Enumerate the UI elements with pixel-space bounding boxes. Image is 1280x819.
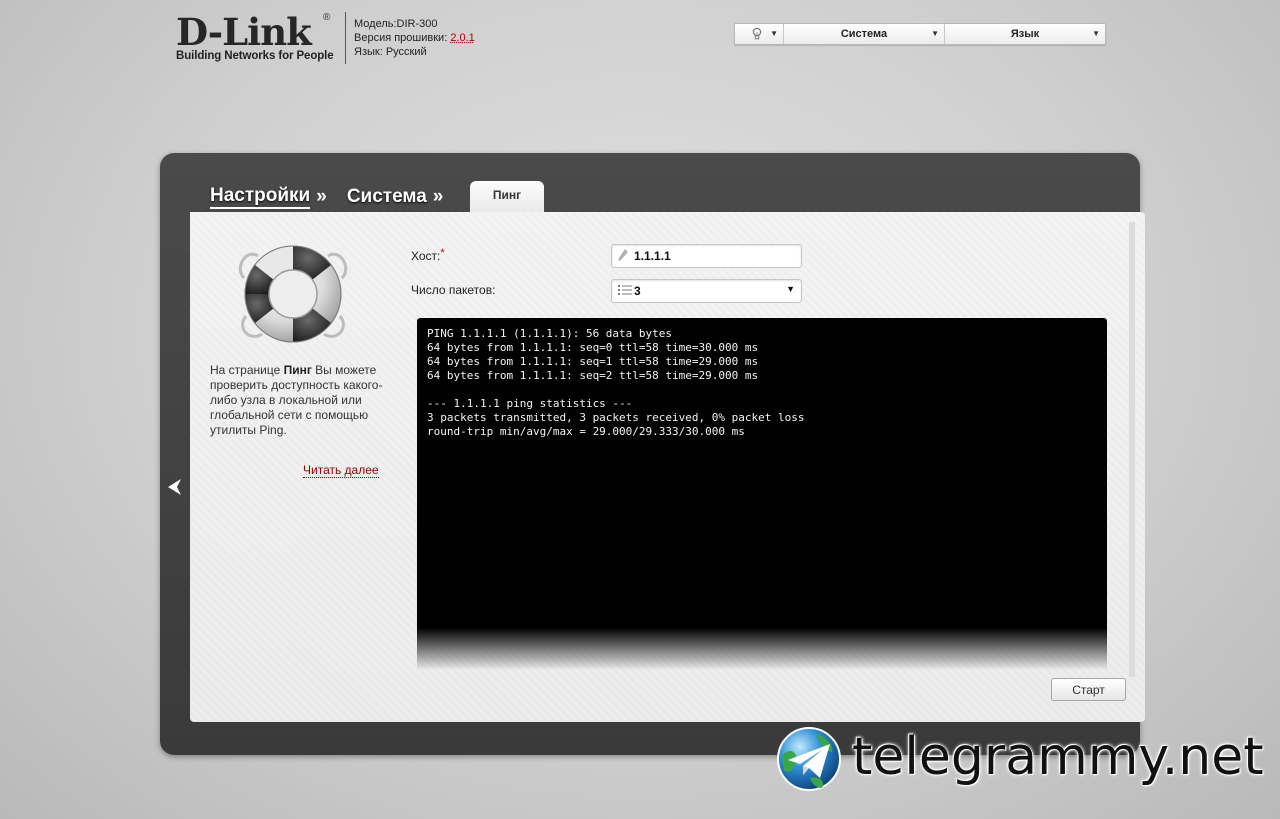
console-line: 64 bytes from 1.1.1.1: seq=1 ttl=58 time… — [427, 355, 759, 368]
chevron-down-icon: ▼ — [931, 29, 939, 38]
device-firmware: Версия прошивки: 2.0.1 — [354, 32, 475, 44]
tab-ping[interactable]: Пинг — [470, 181, 544, 213]
scrollbar[interactable] — [1129, 222, 1135, 677]
device-language: Язык: Русский — [354, 46, 427, 58]
lifebuoy-icon — [236, 238, 350, 348]
read-more-link[interactable]: Читать далее — [303, 463, 379, 478]
console-line: 3 packets transmitted, 3 packets receive… — [427, 411, 805, 424]
host-input[interactable]: 1.1.1.1 — [611, 244, 802, 268]
ping-output-console: PING 1.1.1.1 (1.1.1.1): 56 data bytes 64… — [417, 318, 1107, 670]
content-area: На странице Пинг Вы можете проверить дос… — [190, 212, 1145, 722]
host-label: Хост:* — [411, 247, 445, 263]
required-mark: * — [440, 247, 445, 259]
main-panel: Настройки » Система » Пинг На странице П… — [160, 153, 1145, 755]
breadcrumb-settings[interactable]: Настройки — [210, 185, 311, 209]
telegram-globe-icon — [776, 726, 842, 792]
list-icon — [618, 284, 632, 299]
logo-registered-mark: ® — [323, 12, 331, 23]
packet-count-select[interactable]: 3 ▼ — [611, 279, 802, 303]
console-line: --- 1.1.1.1 ping statistics --- — [427, 397, 633, 410]
console-line: round-trip min/avg/max = 29.000/29.333/3… — [427, 425, 745, 438]
packet-count-value: 3 — [634, 284, 641, 298]
dlink-logo: D-Link ® Building Networks for People — [176, 12, 336, 66]
language-menu-button[interactable]: Язык ▼ — [945, 24, 1105, 44]
breadcrumb-separator: » — [316, 186, 327, 207]
breadcrumb-separator: » — [432, 186, 444, 207]
logo-text: D-Link — [176, 10, 312, 54]
console-line: 64 bytes from 1.1.1.1: seq=2 ttl=58 time… — [427, 369, 759, 382]
help-description: На странице Пинг Вы можете проверить дос… — [210, 363, 383, 437]
pencil-icon — [618, 248, 632, 264]
header-divider — [345, 12, 346, 64]
firmware-link[interactable]: 2.0.1 — [450, 32, 474, 44]
chevron-down-icon: ▼ — [770, 29, 778, 38]
arrow-left-icon[interactable] — [168, 479, 182, 498]
chevron-down-icon: ▼ — [1092, 29, 1100, 38]
chevron-down-icon: ▼ — [786, 284, 795, 294]
top-menu: ▼ Система ▼ Язык ▼ — [734, 23, 1106, 45]
host-value: 1.1.1.1 — [634, 249, 671, 263]
tips-menu-button[interactable]: ▼ — [735, 24, 784, 44]
lightbulb-icon — [752, 27, 762, 44]
packet-count-label: Число пакетов: — [411, 283, 496, 297]
console-line: PING 1.1.1.1 (1.1.1.1): 56 data bytes — [427, 327, 673, 340]
console-line: 64 bytes from 1.1.1.1: seq=0 ttl=58 time… — [427, 341, 759, 354]
system-menu-label: Система — [840, 28, 888, 40]
device-model: Модель:DIR-300 — [354, 18, 438, 30]
language-menu-label: Язык — [1010, 28, 1040, 40]
breadcrumb-system[interactable]: Система — [347, 186, 427, 208]
logo-tagline: Building Networks for People — [176, 50, 334, 62]
system-menu-button[interactable]: Система ▼ — [784, 24, 945, 44]
breadcrumb: Настройки » Система » — [210, 185, 463, 209]
device-info: Модель:DIR-300 Версия прошивки: 2.0.1 Яз… — [354, 17, 475, 59]
start-button[interactable]: Старт — [1051, 678, 1126, 701]
watermark-text: telegrammy.net — [852, 727, 1264, 787]
